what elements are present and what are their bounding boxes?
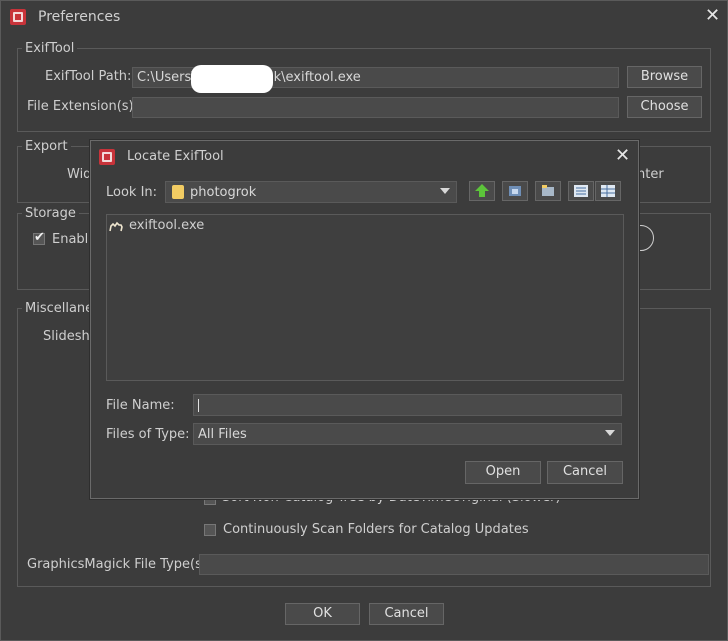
up-folder-icon — [475, 184, 489, 197]
list-view-button[interactable] — [568, 181, 594, 201]
browse-button[interactable]: Browse — [627, 66, 702, 88]
open-button[interactable]: Open — [465, 461, 541, 484]
chevron-down-icon — [440, 188, 450, 194]
path-suffix: k\exiftool.exe — [273, 70, 361, 85]
list-item[interactable]: exiftool.exe — [129, 218, 204, 233]
files-of-type-label: Files of Type: — [106, 427, 190, 442]
text-cursor — [198, 399, 199, 412]
look-in-value: photogrok — [190, 185, 257, 200]
choose-button[interactable]: Choose — [627, 96, 702, 118]
app-logo-icon — [10, 9, 26, 25]
file-extension-label: File Extension(s): — [27, 99, 139, 114]
storage-group-label: Storage — [22, 206, 79, 221]
dialog-cancel-button[interactable]: Cancel — [547, 461, 623, 484]
folder-icon — [172, 185, 184, 199]
window-title: Preferences — [38, 9, 121, 25]
export-partial-left: Wid — [67, 167, 92, 182]
close-icon[interactable]: ✕ — [705, 7, 720, 25]
dialog-close-icon[interactable]: ✕ — [615, 147, 630, 165]
graphicsmagick-label: GraphicsMagick File Type(s): — [27, 557, 212, 572]
continuous-scan-label: Continuously Scan Folders for Catalog Up… — [223, 522, 529, 537]
home-folder-icon — [509, 186, 521, 196]
export-partial-right: nter — [637, 167, 664, 182]
home-folder-button[interactable] — [502, 181, 528, 201]
camel-icon — [109, 219, 123, 233]
file-list[interactable]: exiftool.exe — [106, 214, 624, 381]
export-group-label: Export — [22, 139, 71, 154]
file-name-label: File Name: — [106, 398, 175, 413]
look-in-select[interactable]: photogrok — [165, 181, 457, 203]
exiftool-group-label: ExifTool — [22, 41, 78, 56]
dialog-app-logo-icon — [99, 149, 115, 165]
exiftool-group — [17, 48, 711, 132]
details-view-icon — [601, 185, 615, 197]
path-prefix: C:\Users\ — [137, 70, 196, 85]
files-of-type-value: All Files — [198, 427, 247, 442]
file-extension-field[interactable] — [132, 97, 619, 118]
details-view-button[interactable] — [595, 181, 621, 201]
preferences-cancel-button[interactable]: Cancel — [369, 603, 444, 625]
new-folder-button[interactable] — [535, 181, 561, 201]
exiftool-path-label: ExifTool Path: — [45, 69, 132, 84]
dialog-title: Locate ExifTool — [127, 149, 224, 164]
continuous-scan-checkbox[interactable] — [204, 524, 216, 536]
chevron-down-icon — [605, 430, 615, 436]
graphicsmagick-field[interactable] — [199, 554, 709, 575]
files-of-type-select[interactable]: All Files — [193, 423, 622, 445]
redaction-mark — [191, 65, 273, 93]
locate-exiftool-dialog: Locate ExifTool ✕ Look In: photogrok exi… — [90, 140, 639, 499]
list-view-icon — [574, 185, 588, 197]
file-name-field[interactable] — [193, 394, 622, 416]
ok-button[interactable]: OK — [285, 603, 360, 625]
look-in-label: Look In: — [106, 185, 158, 200]
title-bar: Preferences ✕ — [1, 1, 727, 33]
new-folder-icon — [542, 185, 554, 196]
enable-checkbox[interactable]: ✔ — [33, 230, 45, 245]
up-folder-button[interactable] — [469, 181, 495, 201]
